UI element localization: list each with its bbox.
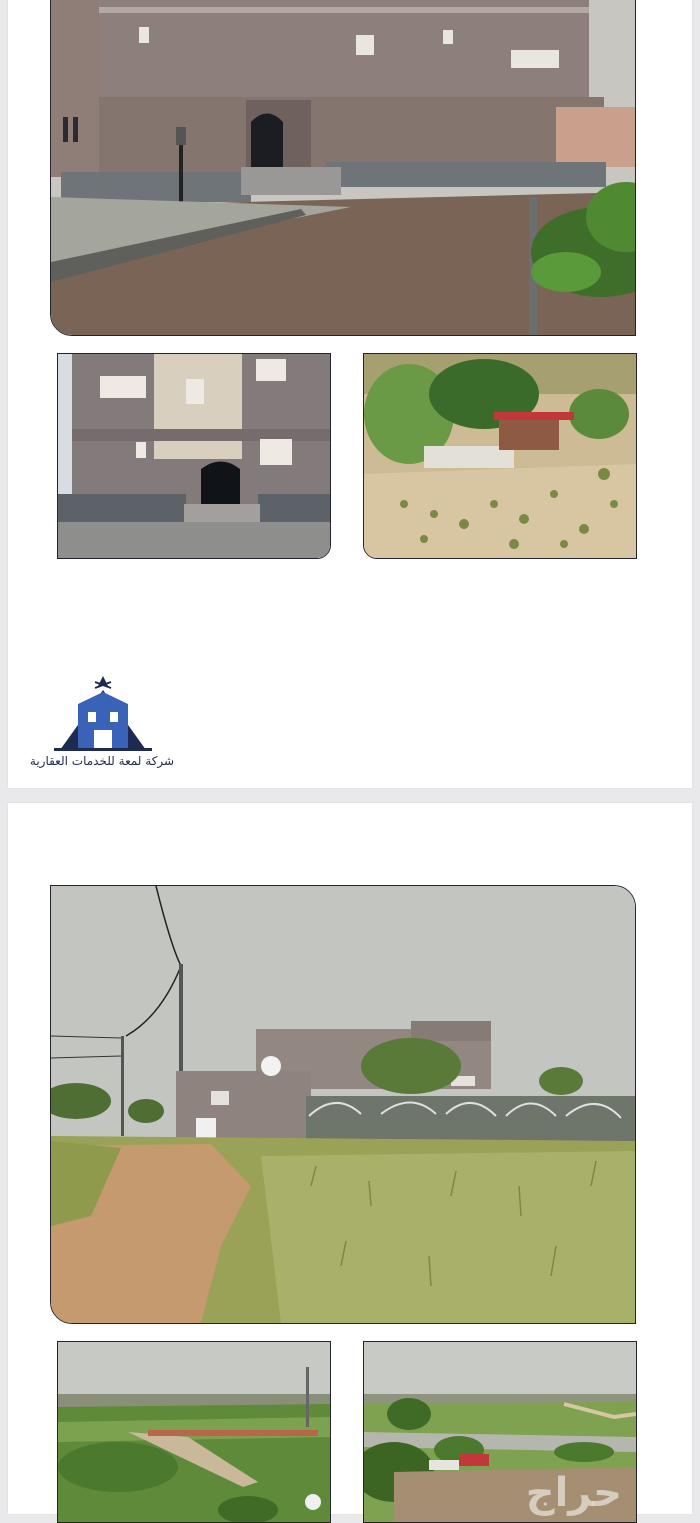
company-name: شركة لمعة للخدمات العقارية <box>29 754 175 768</box>
villa-entrance-photo[interactable] <box>57 353 331 559</box>
brochure-page-1: شركة لمعة للخدمات العقارية <box>8 0 692 788</box>
brochure-page-2: حراج <box>8 803 692 1523</box>
garden-photo[interactable] <box>363 353 637 559</box>
farmland-left-photo[interactable] <box>57 1341 331 1523</box>
farmland-right-photo[interactable]: حراج <box>363 1341 637 1523</box>
villa-front-photo[interactable] <box>50 0 636 336</box>
land-view-photo[interactable] <box>50 885 636 1324</box>
watermark-text: حراج <box>525 1470 622 1516</box>
company-logo-icon <box>54 676 152 751</box>
